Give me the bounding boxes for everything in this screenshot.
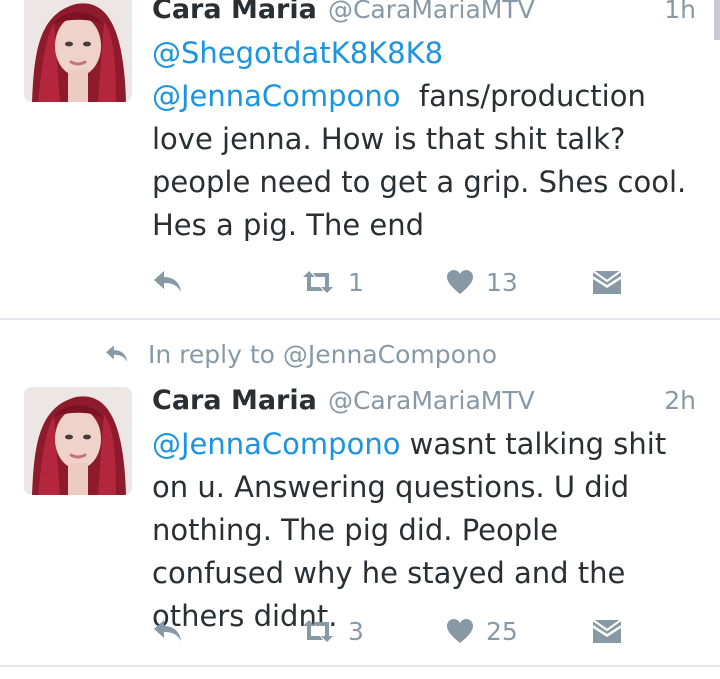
retweet-button[interactable]: 3: [300, 611, 364, 651]
username[interactable]: @CaraMariaMTV: [328, 0, 535, 24]
tweet-2[interactable]: Cara Maria @CaraMariaMTV 2h @JennaCompon…: [0, 320, 720, 665]
mention-link[interactable]: @JennaCompono: [152, 427, 400, 461]
reply-button[interactable]: [152, 611, 184, 651]
reply-arrow-icon: [154, 620, 181, 641]
tweet-1[interactable]: Cara Maria @CaraMariaMTV 1h @ShegotdatK8…: [0, 0, 720, 318]
direct-message-button[interactable]: [592, 611, 622, 651]
retweet-count: 3: [348, 616, 364, 646]
like-button[interactable]: 13: [446, 262, 518, 302]
like-button[interactable]: 25: [446, 611, 518, 651]
retweet-icon: [303, 271, 333, 293]
retweet-icon: [303, 620, 333, 642]
like-count: 25: [486, 616, 518, 646]
tweet-text: @JennaCompono wasnt talking shit on u. A…: [152, 423, 697, 638]
heart-icon: [447, 619, 473, 643]
timestamp[interactable]: 1h: [664, 0, 696, 28]
avatar[interactable]: [24, 387, 132, 495]
display-name[interactable]: Cara Maria: [152, 385, 317, 416]
display-name[interactable]: Cara Maria: [152, 0, 317, 25]
tweet-divider: [0, 665, 720, 667]
profile-photo-icon: [24, 387, 132, 495]
like-count: 13: [486, 267, 518, 297]
mention-link[interactable]: @ShegotdatK8K8K8: [152, 36, 443, 70]
heart-icon: [447, 270, 473, 294]
envelope-icon: [592, 270, 622, 294]
mention-link[interactable]: @JennaCompono: [152, 79, 400, 113]
direct-message-button[interactable]: [592, 262, 622, 302]
reply-button[interactable]: [152, 262, 184, 302]
username[interactable]: @CaraMariaMTV: [328, 386, 535, 415]
tweet-text: @ShegotdatK8K8K8 @JennaCompono fans/prod…: [152, 32, 697, 247]
timestamp[interactable]: 2h: [664, 383, 696, 419]
retweet-count: 1: [348, 267, 364, 297]
retweet-button[interactable]: 1: [300, 262, 364, 302]
avatar[interactable]: [24, 0, 132, 102]
reply-arrow-icon: [154, 271, 181, 292]
envelope-icon: [592, 619, 622, 643]
scrollbar-thumb[interactable]: [714, 0, 720, 40]
profile-photo-icon: [24, 0, 132, 102]
